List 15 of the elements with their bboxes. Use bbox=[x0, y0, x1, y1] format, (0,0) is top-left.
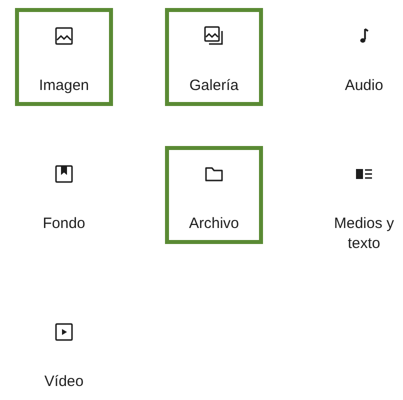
block-label: Vídeo bbox=[43, 372, 85, 392]
block-item[interactable]: Fondo bbox=[15, 146, 113, 244]
block-label: Imagen bbox=[38, 76, 90, 96]
block-item[interactable]: Archivo bbox=[165, 146, 263, 244]
block-label: Fondo bbox=[42, 214, 86, 234]
block-label: Galería bbox=[188, 76, 240, 96]
block-item[interactable]: Audio bbox=[315, 8, 403, 106]
block-label: Medios y texto bbox=[332, 214, 396, 254]
gallery-icon bbox=[202, 24, 226, 48]
block-label: Archivo bbox=[188, 214, 240, 234]
block-item[interactable]: Imagen bbox=[15, 8, 113, 106]
block-item[interactable]: Vídeo bbox=[15, 304, 113, 400]
block-label: Audio bbox=[344, 76, 384, 96]
block-item[interactable]: Medios y texto bbox=[315, 146, 403, 264]
block-item[interactable]: Galería bbox=[165, 8, 263, 106]
